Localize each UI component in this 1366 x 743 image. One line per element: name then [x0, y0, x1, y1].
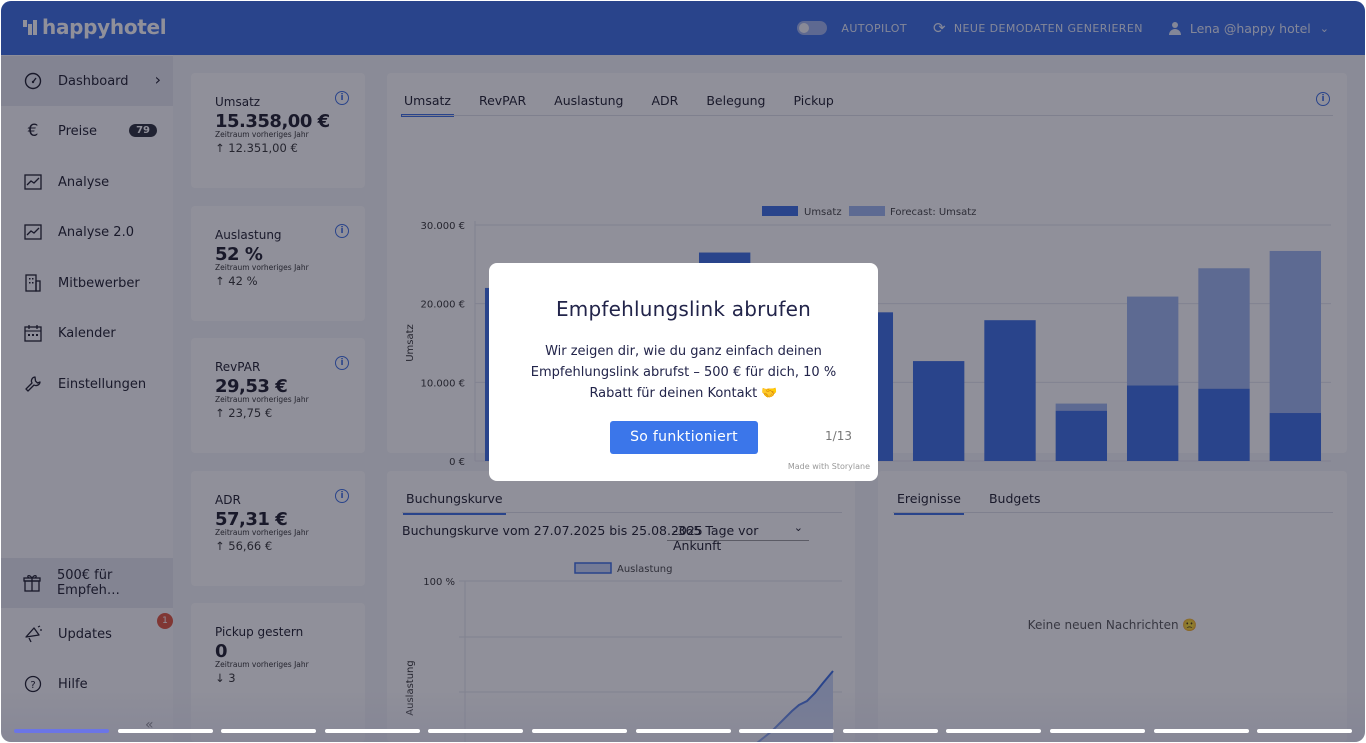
progress-segment[interactable]	[842, 729, 938, 733]
progress-segment[interactable]	[1257, 729, 1353, 733]
progress-segment[interactable]	[946, 729, 1042, 733]
tour-progress	[1, 727, 1365, 737]
progress-segment[interactable]	[324, 729, 420, 733]
tour-modal: Empfehlungslink abrufen Wir zeigen dir, …	[489, 263, 878, 481]
made-with-label[interactable]: Made with Storylane	[788, 462, 870, 471]
progress-segment[interactable]	[739, 729, 835, 733]
progress-segment[interactable]	[635, 729, 731, 733]
app-frame: happyhotel AUTOPILOT ⟳ NEUE DEMODATEN GE…	[1, 1, 1365, 742]
modal-title: Empfehlungslink abrufen	[555, 297, 812, 321]
progress-segment[interactable]	[1153, 729, 1249, 733]
start-tour-button[interactable]: So funktioniert	[610, 421, 758, 454]
progress-segment[interactable]	[14, 729, 109, 733]
progress-segment[interactable]	[1050, 729, 1145, 733]
progress-segment[interactable]	[428, 729, 524, 733]
step-counter: 1/13	[825, 429, 852, 443]
progress-segment[interactable]	[221, 729, 317, 733]
modal-body: Wir zeigen dir, wie du ganz einfach dein…	[530, 344, 837, 401]
progress-segment[interactable]	[532, 729, 627, 733]
progress-segment[interactable]	[117, 729, 213, 733]
